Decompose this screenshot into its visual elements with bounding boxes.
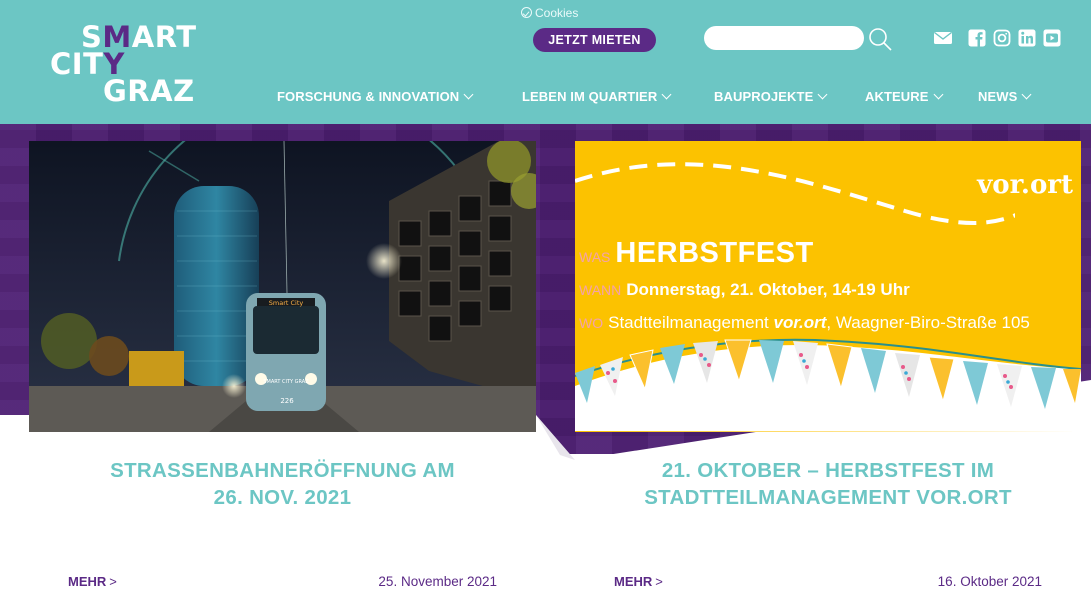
jetzt-mieten-button[interactable]: JETZT MIETEN	[533, 28, 656, 52]
chevron-down-icon	[933, 89, 943, 100]
post-1-date: 25. November 2021	[378, 574, 497, 589]
facebook-icon[interactable]	[968, 27, 986, 49]
nav-bauprojekte[interactable]: BAUPROJEKTE	[714, 89, 828, 109]
instagram-icon[interactable]	[993, 27, 1011, 49]
post-1-more-link[interactable]: MEHR >	[68, 574, 117, 589]
mail-icon[interactable]	[932, 27, 954, 49]
smart-city-graz-logo[interactable]: SMART CITY GRAZ	[50, 22, 210, 106]
svg-text:SMART CITY GRAZ: SMART CITY GRAZ	[263, 379, 309, 385]
poster-was-line: WAS HERBSTFEST	[579, 237, 814, 269]
post-2-more-link[interactable]: MEHR >	[614, 574, 663, 589]
chevron-down-icon	[661, 89, 672, 100]
post-1-title[interactable]: STRASSENBAHNERÖFFNUNG AM 26. NOV. 2021	[29, 457, 536, 511]
chevron-down-icon	[463, 89, 474, 100]
search-input[interactable]	[704, 26, 864, 50]
poster-wo-line: WO Stadtteilmanagement vor.ort, Waagner-B…	[579, 313, 1030, 332]
post-1-image[interactable]: Smart City SMART CITY GRAZ 226	[29, 141, 536, 432]
search-icon[interactable]	[866, 25, 894, 53]
site-header: SMART CITY GRAZ Cookies JETZT MIETEN FOR…	[0, 0, 1091, 124]
nav-news[interactable]: NEWS	[978, 89, 1032, 109]
cookies-link[interactable]: Cookies	[521, 6, 578, 20]
nav-forschung-innovation[interactable]: FORSCHUNG & INNOVATION	[277, 89, 474, 109]
post-2-date: 16. Oktober 2021	[937, 574, 1042, 589]
vor-ort-logo: vor.ort	[977, 170, 1073, 200]
linkedin-icon[interactable]	[1018, 27, 1036, 49]
chevron-down-icon	[817, 89, 828, 100]
svg-text:Smart City: Smart City	[269, 299, 304, 307]
nav-leben-im-quartier[interactable]: LEBEN IM QUARTIER	[522, 89, 672, 109]
shield-check-icon	[521, 7, 532, 18]
post-2-image[interactable]: vor.ort WAS HERBSTFEST WANN Donnerstag, 21…	[575, 141, 1081, 432]
nav-akteure[interactable]: AKTEURE	[865, 89, 943, 109]
youtube-icon[interactable]	[1043, 27, 1061, 49]
poster-wann-line: WANN Donnerstag, 21. Oktober, 14-19 Uhr	[579, 280, 910, 299]
chevron-down-icon	[1021, 89, 1032, 100]
post-2-title[interactable]: 21. OKTOBER – HERBSTFEST IM STADTTEILMAN…	[575, 457, 1081, 511]
svg-text:226: 226	[280, 397, 294, 405]
